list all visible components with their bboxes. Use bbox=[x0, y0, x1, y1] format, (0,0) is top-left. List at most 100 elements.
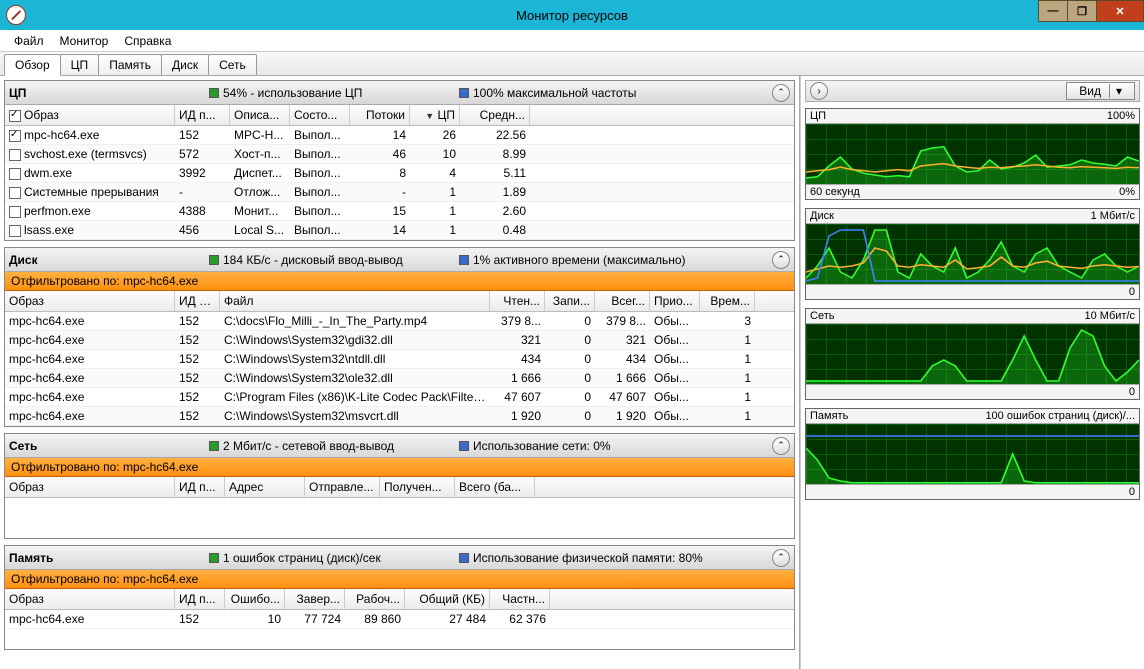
view-dropdown[interactable]: Вид bbox=[1066, 82, 1135, 100]
cpu-header[interactable]: ЦП 54% - использование ЦП 100% максималь… bbox=[5, 81, 794, 105]
table-row[interactable]: dwm.exe3992Диспет...Выпол...845.11 bbox=[5, 164, 794, 183]
table-row[interactable]: mpc-hc64.exe152C:\Windows\System32\gdi32… bbox=[5, 331, 794, 350]
close-button[interactable]: ✕ bbox=[1096, 0, 1144, 22]
cpu-freq-icon bbox=[459, 88, 469, 98]
mem-use-label: Использование физической памяти: 80% bbox=[473, 551, 703, 565]
mem-col-faults[interactable]: Ошибо... bbox=[225, 589, 285, 609]
table-row[interactable]: mpc-hc64.exe152C:\Program Files (x86)\K-… bbox=[5, 388, 794, 407]
disk-col-prio[interactable]: Прио... bbox=[650, 291, 700, 311]
net-col-sent[interactable]: Отправле... bbox=[305, 477, 380, 497]
net-io-label: 2 Мбит/с - сетевой ввод-вывод bbox=[223, 439, 394, 453]
mini-chart: Память100 ошибок страниц (диск)/...0 bbox=[805, 408, 1140, 500]
table-row[interactable]: mpc-hc64.exe152MPC-H...Выпол...142622.56 bbox=[5, 126, 794, 145]
tab-network[interactable]: Сеть bbox=[208, 54, 257, 75]
cpu-col-pid[interactable]: ИД п... bbox=[175, 105, 230, 125]
mini-chart: Сеть10 Мбит/с0 bbox=[805, 308, 1140, 400]
menu-monitor[interactable]: Монитор bbox=[52, 32, 117, 50]
minimize-button[interactable]: — bbox=[1038, 0, 1068, 22]
mem-col-image[interactable]: Образ bbox=[5, 589, 175, 609]
row-checkbox[interactable] bbox=[9, 168, 21, 180]
maximize-button[interactable]: ❐ bbox=[1067, 0, 1097, 22]
table-row[interactable]: mpc-hc64.exe152C:\Windows\System32\ole32… bbox=[5, 369, 794, 388]
app-icon bbox=[6, 5, 26, 25]
mem-col-private[interactable]: Частн... bbox=[490, 589, 550, 609]
cpu-col-cpu[interactable]: ЦП bbox=[437, 108, 455, 122]
disk-col-total[interactable]: Всег... bbox=[595, 291, 650, 311]
menu-file[interactable]: Файл bbox=[6, 32, 52, 50]
cpu-col-avg[interactable]: Средн... bbox=[460, 105, 530, 125]
table-row[interactable]: perfmon.exe4388Монит...Выпол...1512.60 bbox=[5, 202, 794, 221]
net-header[interactable]: Сеть 2 Мбит/с - сетевой ввод-вывод Испол… bbox=[5, 434, 794, 458]
net-collapse-button[interactable]: ⌃ bbox=[772, 437, 790, 455]
disk-active-label: 1% активного времени (максимально) bbox=[473, 253, 686, 267]
mem-header[interactable]: Память 1 ошибок страниц (диск)/сек Испол… bbox=[5, 546, 794, 570]
mem-col-pid[interactable]: ИД п... bbox=[175, 589, 225, 609]
table-row[interactable]: svchost.exe (termsvcs)572Хост-п...Выпол.… bbox=[5, 145, 794, 164]
tab-disk[interactable]: Диск bbox=[161, 54, 209, 75]
mem-faults-label: 1 ошибок страниц (диск)/сек bbox=[223, 551, 381, 565]
chart-toolbar: › Вид bbox=[805, 80, 1140, 102]
disk-col-read[interactable]: Чтен... bbox=[490, 291, 545, 311]
net-col-pid[interactable]: ИД п... bbox=[175, 477, 225, 497]
mem-col-working[interactable]: Рабоч... bbox=[345, 589, 405, 609]
disk-header[interactable]: Диск 184 КБ/с - дисковый ввод-вывод 1% а… bbox=[5, 248, 794, 272]
net-use-icon bbox=[459, 441, 469, 451]
table-row[interactable]: mpc-hc64.exe152C:\Windows\System32\ntdll… bbox=[5, 350, 794, 369]
mini-chart: ЦП100%60 секунд0% bbox=[805, 108, 1140, 200]
menu-help[interactable]: Справка bbox=[116, 32, 179, 50]
mem-section: Память 1 ошибок страниц (диск)/сек Испол… bbox=[4, 545, 795, 650]
mem-filter-bar: Отфильтровано по: mpc-hc64.exe bbox=[5, 570, 794, 589]
disk-io-label: 184 КБ/с - дисковый ввод-вывод bbox=[223, 253, 403, 267]
row-checkbox[interactable] bbox=[9, 206, 21, 218]
chart-prev-button[interactable]: › bbox=[810, 82, 828, 100]
disk-col-time[interactable]: Врем... bbox=[700, 291, 755, 311]
mem-faults-icon bbox=[209, 553, 219, 563]
mem-title: Память bbox=[9, 551, 209, 565]
disk-filter-bar: Отфильтровано по: mpc-hc64.exe bbox=[5, 272, 794, 291]
disk-active-icon bbox=[459, 255, 469, 265]
disk-io-icon bbox=[209, 255, 219, 265]
tab-overview[interactable]: Обзор bbox=[4, 54, 61, 76]
disk-col-pid[interactable]: ИД п... bbox=[175, 291, 220, 311]
table-row[interactable]: mpc-hc64.exe152C:\docs\Flo_Milli_-_In_Th… bbox=[5, 312, 794, 331]
table-row[interactable]: mpc-hc64.exe152C:\Windows\System32\msvcr… bbox=[5, 407, 794, 426]
cpu-col-threads[interactable]: Потоки bbox=[350, 105, 410, 125]
cpu-collapse-button[interactable]: ⌃ bbox=[772, 84, 790, 102]
cpu-usage-label: 54% - использование ЦП bbox=[223, 86, 362, 100]
cpu-header-checkbox[interactable] bbox=[9, 110, 21, 122]
row-checkbox[interactable] bbox=[9, 130, 21, 142]
net-col-image[interactable]: Образ bbox=[5, 477, 175, 497]
titlebar: Монитор ресурсов — ❐ ✕ bbox=[0, 0, 1144, 30]
disk-collapse-button[interactable]: ⌃ bbox=[772, 251, 790, 269]
cpu-title: ЦП bbox=[9, 86, 209, 100]
row-checkbox[interactable] bbox=[9, 187, 21, 199]
mem-use-icon bbox=[459, 553, 469, 563]
cpu-section: ЦП 54% - использование ЦП 100% максималь… bbox=[4, 80, 795, 241]
disk-col-file[interactable]: Файл bbox=[220, 291, 490, 311]
row-checkbox[interactable] bbox=[9, 149, 21, 161]
net-io-icon bbox=[209, 441, 219, 451]
tab-memory[interactable]: Память bbox=[98, 54, 162, 75]
table-row[interactable]: lsass.exe456Local S...Выпол...1410.48 bbox=[5, 221, 794, 240]
mem-col-commit[interactable]: Завер... bbox=[285, 589, 345, 609]
row-checkbox[interactable] bbox=[9, 225, 21, 237]
net-col-recv[interactable]: Получен... bbox=[380, 477, 455, 497]
window-title: Монитор ресурсов bbox=[516, 8, 628, 23]
net-col-total[interactable]: Всего (ба... bbox=[455, 477, 535, 497]
disk-col-image[interactable]: Образ bbox=[5, 291, 175, 311]
mem-collapse-button[interactable]: ⌃ bbox=[772, 549, 790, 567]
net-use-label: Использование сети: 0% bbox=[473, 439, 611, 453]
net-section: Сеть 2 Мбит/с - сетевой ввод-вывод Испол… bbox=[4, 433, 795, 539]
cpu-col-status[interactable]: Состо... bbox=[290, 105, 350, 125]
table-row[interactable]: Системные прерывания-Отлож...Выпол...-11… bbox=[5, 183, 794, 202]
tabbar: Обзор ЦП Память Диск Сеть bbox=[0, 52, 1144, 76]
cpu-col-image[interactable]: Образ bbox=[24, 108, 59, 122]
net-filter-bar: Отфильтровано по: mpc-hc64.exe bbox=[5, 458, 794, 477]
table-row[interactable]: mpc-hc64.exe1521077 72489 86027 48462 37… bbox=[5, 610, 794, 629]
cpu-col-desc[interactable]: Описа... bbox=[230, 105, 290, 125]
disk-col-write[interactable]: Запи... bbox=[545, 291, 595, 311]
mem-col-shared[interactable]: Общий (КБ) bbox=[405, 589, 490, 609]
net-col-addr[interactable]: Адрес bbox=[225, 477, 305, 497]
tab-cpu[interactable]: ЦП bbox=[60, 54, 100, 75]
disk-title: Диск bbox=[9, 253, 209, 267]
